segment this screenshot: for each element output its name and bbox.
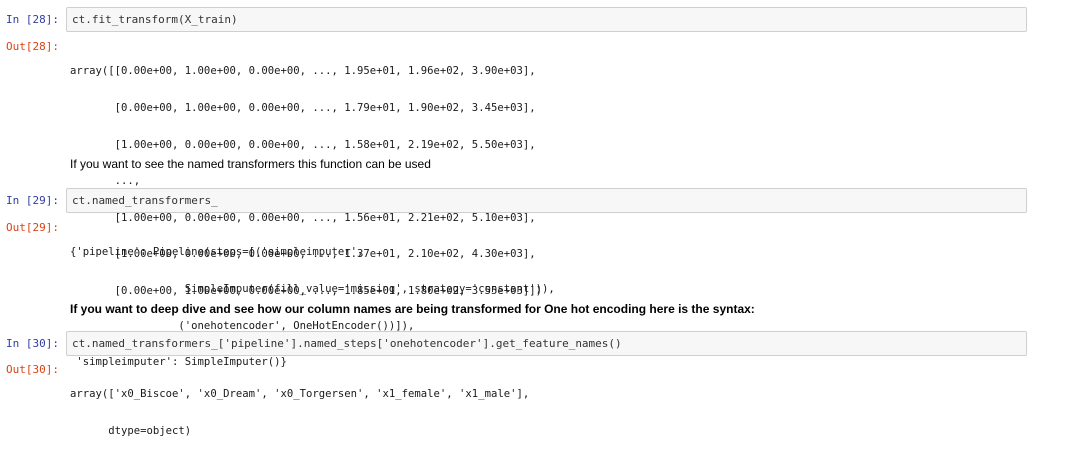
output-line: array([[0.00e+00, 1.00e+00, 0.00e+00, ..…: [70, 65, 536, 78]
output-line: [0.00e+00, 1.00e+00, 0.00e+00, ..., 1.79…: [70, 102, 536, 114]
out-prompt-29: Out[29]:: [6, 221, 59, 234]
output-line: SimpleImputer(fill_value='missing', stra…: [70, 283, 555, 295]
output-line: array(['x0_Biscoe', 'x0_Dream', 'x0_Torg…: [70, 388, 530, 401]
output-line: ('onehotencoder', OneHotEncoder())]),: [70, 319, 415, 332]
code-text-29[interactable]: ct.named_transformers_: [72, 194, 218, 208]
output-line: [1.00e+00, 0.00e+00, 0.00e+00, ..., 1.58…: [70, 138, 536, 151]
code-input-29[interactable]: ct.named_transformers_: [66, 188, 1027, 213]
in-prompt-30: In [30]:: [6, 337, 59, 350]
out-prompt-30: Out[30]:: [6, 363, 59, 376]
markdown-deep-dive-note: If you want to deep dive and see how our…: [70, 302, 755, 316]
markdown-named-transformers-note: If you want to see the named transformer…: [70, 157, 431, 171]
output-line: {'pipeline': Pipeline(steps=[('simpleimp…: [70, 246, 364, 259]
code-text-30[interactable]: ct.named_transformers_['pipeline'].named…: [72, 337, 622, 351]
code-input-30[interactable]: ct.named_transformers_['pipeline'].named…: [66, 331, 1027, 356]
in-prompt-28: In [28]:: [6, 13, 59, 26]
out-prompt-28: Out[28]:: [6, 40, 59, 53]
code-input-28[interactable]: ct.fit_transform(X_train): [66, 7, 1027, 32]
output-line: ...,: [70, 175, 141, 188]
output-line: dtype=object): [70, 425, 192, 437]
in-prompt-29: In [29]:: [6, 194, 59, 207]
code-text-28[interactable]: ct.fit_transform(X_train): [72, 13, 238, 27]
output-area-30: array(['x0_Biscoe', 'x0_Dream', 'x0_Torg…: [70, 364, 529, 449]
